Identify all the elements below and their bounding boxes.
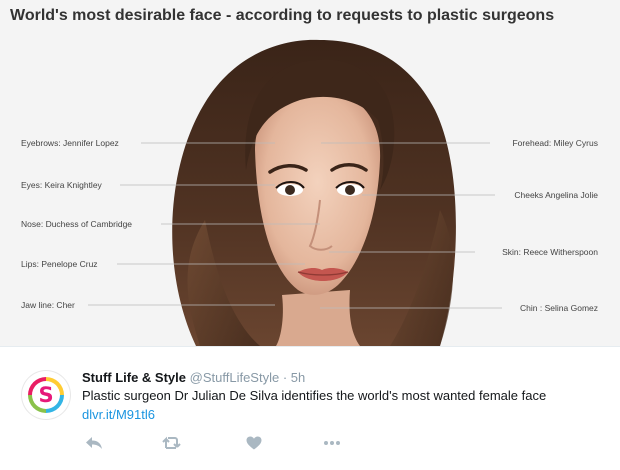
more-button[interactable] xyxy=(320,433,344,453)
tweet-body: S Stuff Life & Style @StuffLifeStyle · 5… xyxy=(0,346,620,470)
tweet-link[interactable]: dlvr.it/M91tl6 xyxy=(82,407,155,422)
portrait-illustration xyxy=(88,39,502,346)
annotation-nose: Nose: Duchess of Cambridge xyxy=(21,219,133,229)
tweet-header: Stuff Life & Style @StuffLifeStyle · 5h xyxy=(82,370,305,385)
annotation-lips: Lips: Penelope Cruz xyxy=(21,259,98,269)
display-name[interactable]: Stuff Life & Style xyxy=(82,370,186,385)
image-title: World's most desirable face - according … xyxy=(10,7,555,24)
reply-button[interactable] xyxy=(82,433,106,453)
annotation-eyes: Eyes: Keira Knightley xyxy=(21,180,102,190)
annotation-forehead: Forehead: Miley Cyrus xyxy=(512,138,598,148)
like-button[interactable] xyxy=(242,433,266,453)
retweet-button[interactable] xyxy=(160,433,184,453)
retweet-icon xyxy=(162,436,181,449)
heart-icon xyxy=(246,436,262,450)
annotation-chin: Chin : Selina Gomez xyxy=(520,303,598,313)
avatar-letter: S xyxy=(32,381,60,409)
annotation-cheeks: Cheeks Angelina Jolie xyxy=(514,190,598,200)
separator-dot: · xyxy=(282,370,288,385)
tweet-card: World's most desirable face - according … xyxy=(0,0,620,470)
more-icon xyxy=(324,441,340,445)
avatar[interactable]: S xyxy=(22,371,70,419)
tweet-media-image[interactable]: World's most desirable face - according … xyxy=(0,0,620,346)
user-handle[interactable]: @StuffLifeStyle xyxy=(190,370,280,385)
timestamp[interactable]: 5h xyxy=(291,370,305,385)
tweet-text: Plastic surgeon Dr Julian De Silva ident… xyxy=(82,388,547,403)
reply-icon xyxy=(86,437,102,449)
avatar-logo-ring: S xyxy=(28,377,64,413)
annotation-jaw-line: Jaw line: Cher xyxy=(21,300,75,310)
annotation-skin: Skin: Reece Witherspoon xyxy=(502,247,598,257)
annotation-eyebrows: Eyebrows: Jennifer Lopez xyxy=(21,138,119,148)
